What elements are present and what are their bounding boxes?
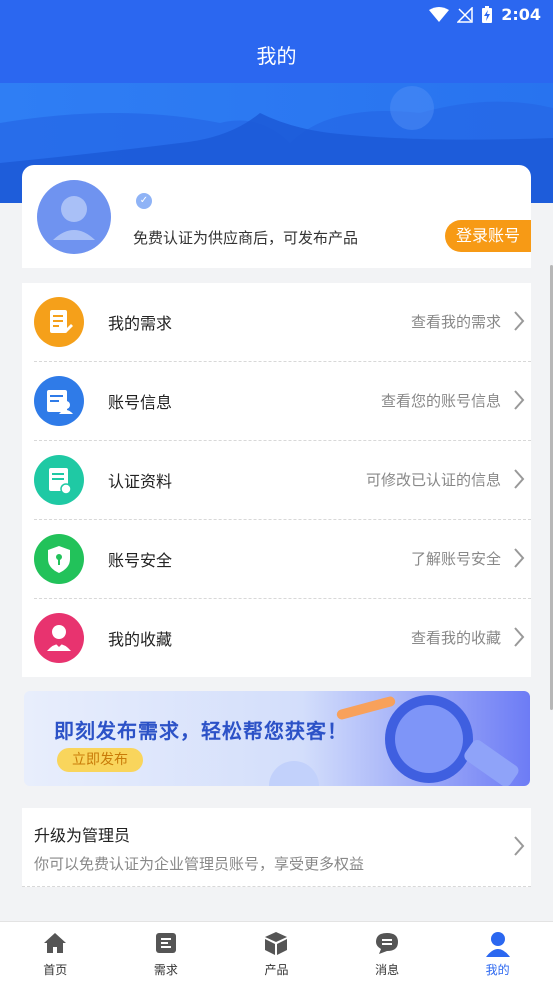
chevron-right-icon [514,311,525,331]
tab-label: 消息 [375,963,400,977]
tab-demands[interactable]: 需求 [111,922,222,984]
document-edit-icon [34,297,84,347]
certificate-icon [34,455,84,505]
menu-list: 我的需求 查看我的需求 账号信息 查看您的账号信息 认证资料 可修改已认证的信息… [22,283,531,677]
menu-item-hint: 查看我的收藏 [410,629,501,647]
profile-hint: 免费认证为供应商后，可发布产品 [133,229,359,247]
menu-item-my-demands[interactable]: 我的需求 查看我的需求 [34,283,531,362]
chevron-right-icon [514,390,525,410]
message-icon [376,933,399,954]
menu-item-hint: 了解账号安全 [410,550,501,568]
menu-item-label: 账号安全 [108,551,173,570]
chevron-right-icon [514,469,525,489]
upgrade-subtitle: 你可以免费认证为企业管理员账号，享受更多权益 [34,855,365,873]
menu-item-label: 账号信息 [108,393,173,412]
tab-label: 产品 [264,963,289,977]
tab-products[interactable]: 产品 [221,922,332,984]
status-time: 2:04 [501,5,541,24]
battery-charging-icon [482,5,493,23]
box-icon [265,932,288,955]
avatar[interactable] [37,180,111,254]
menu-item-label: 我的收藏 [108,630,173,649]
tab-messages[interactable]: 消息 [332,922,443,984]
menu-item-label: 认证资料 [108,472,173,491]
verify-badge-icon: ✓ [136,193,152,209]
tab-label: 我的 [485,963,510,977]
menu-item-account-info[interactable]: 账号信息 查看您的账号信息 [34,362,531,441]
status-bar: 2:04 [0,0,553,30]
list-icon [155,933,176,953]
bottom-tab-bar: 首页 需求 产品 消息 我的 [0,921,553,984]
profile-card: ✓ 免费认证为供应商后，可发布产品 登录账号 [22,165,531,268]
menu-item-hint: 查看您的账号信息 [380,392,501,410]
publish-now-button[interactable]: 立即发布 [57,748,143,772]
chevron-right-icon [514,627,525,647]
account-info-icon [34,376,84,426]
page-title: 我的 [0,30,553,83]
upgrade-title: 升级为管理员 [34,826,131,845]
banner-title: 即刻发布需求，轻松帮您获客！ [54,719,348,743]
wifi-icon [429,6,450,22]
tab-label: 需求 [153,963,178,977]
chevron-right-icon [514,548,525,568]
menu-item-favorites[interactable]: 我的收藏 查看我的收藏 [34,599,531,677]
tab-home[interactable]: 首页 [0,922,111,984]
menu-item-hint: 可修改已认证的信息 [365,471,501,489]
shield-icon [34,534,84,584]
user-icon [485,932,510,957]
upgrade-admin-row[interactable]: 升级为管理员 你可以免费认证为企业管理员账号，享受更多权益 [22,808,531,887]
login-button[interactable]: 登录账号 [445,220,531,252]
menu-item-account-security[interactable]: 账号安全 了解账号安全 [34,520,531,599]
menu-item-certification[interactable]: 认证资料 可修改已认证的信息 [34,441,531,520]
chevron-right-icon [514,836,525,856]
no-signal-icon [457,6,473,23]
tab-mine[interactable]: 我的 [442,922,553,984]
home-icon [44,933,67,953]
tab-label: 首页 [43,963,68,977]
menu-item-hint: 查看我的需求 [410,313,501,331]
menu-item-label: 我的需求 [108,314,173,333]
favorite-user-icon [34,613,84,663]
publish-banner[interactable]: 即刻发布需求，轻松帮您获客！ 立即发布 [24,691,530,786]
